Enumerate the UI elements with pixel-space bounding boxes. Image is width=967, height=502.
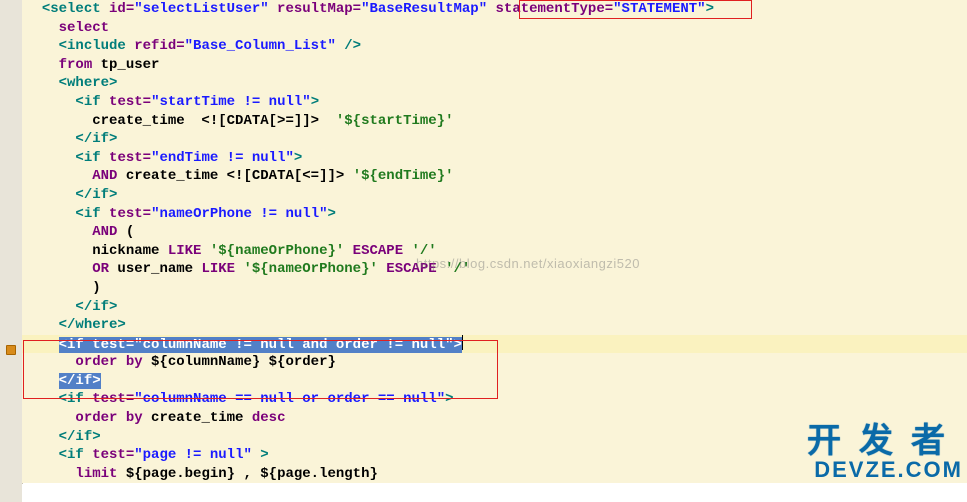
code-line: AND ( <box>22 223 967 242</box>
code-line: <if test="page != null" > <box>22 446 967 465</box>
code-line: <include refid="Base_Column_List" /> <box>22 37 967 56</box>
code-line: ) <box>22 279 967 298</box>
code-line: order by create_time desc <box>22 409 967 428</box>
code-line: </if> <box>22 130 967 149</box>
code-line: </if> <box>22 372 967 391</box>
code-line: order by ${columnName} ${order} <box>22 353 967 372</box>
code-line: </if> <box>22 186 967 205</box>
code-line: <if test="columnName != null and order !… <box>22 335 967 354</box>
gutter-marker-icon <box>6 345 16 355</box>
code-line: <if test="nameOrPhone != null"> <box>22 205 967 224</box>
code-editor[interactable]: <select id="selectListUser" resultMap="B… <box>0 0 967 502</box>
code-line: AND create_time <![CDATA[<=]]> '${endTim… <box>22 167 967 186</box>
text-caret-icon <box>462 335 463 350</box>
code-line: <if test="startTime != null"> <box>22 93 967 112</box>
blank-area <box>22 484 967 502</box>
gutter <box>0 0 23 502</box>
code-line: from tp_user <box>22 56 967 75</box>
code-line: OR user_name LIKE '${nameOrPhone}' ESCAP… <box>22 260 967 279</box>
code-line: create_time <![CDATA[>=]]> '${startTime}… <box>22 112 967 131</box>
code-line: </if> <box>22 428 967 447</box>
code-line: select <box>22 19 967 38</box>
code-line: </if> <box>22 298 967 317</box>
code-line: <if test="endTime != null"> <box>22 149 967 168</box>
code-line: </where> <box>22 316 967 335</box>
code-line: <select id="selectListUser" resultMap="B… <box>22 0 967 19</box>
code-area[interactable]: <select id="selectListUser" resultMap="B… <box>22 0 967 483</box>
code-line: nickname LIKE '${nameOrPhone}' ESCAPE '/… <box>22 242 967 261</box>
code-line: limit ${page.begin} , ${page.length} <box>22 465 967 484</box>
code-line: <where> <box>22 74 967 93</box>
code-line: <if test="columnName == null or order ==… <box>22 390 967 409</box>
